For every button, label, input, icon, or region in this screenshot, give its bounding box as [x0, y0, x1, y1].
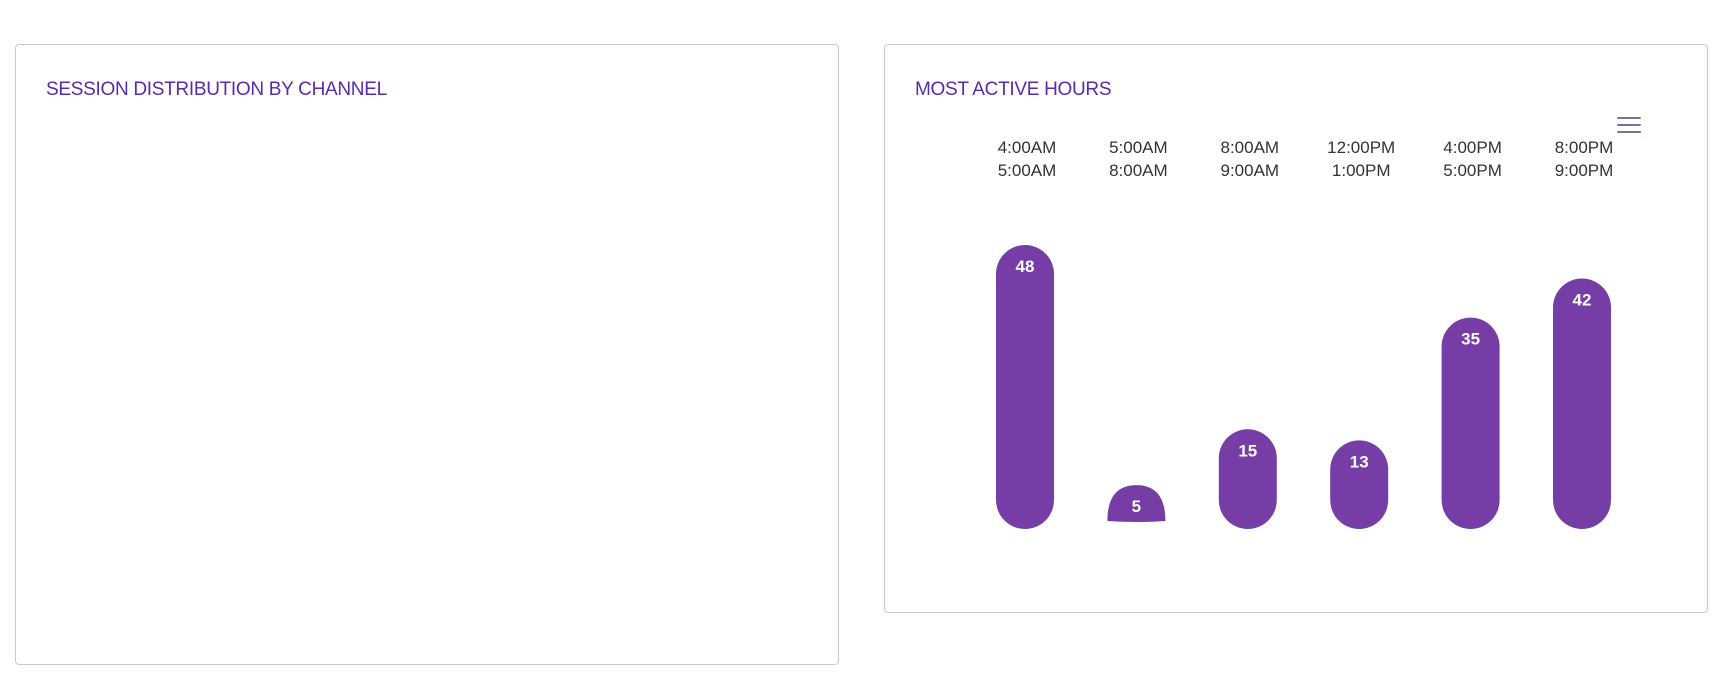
- x-tick-label: 5:00AM: [998, 161, 1057, 180]
- x-tick-label: 8:00AM: [1221, 138, 1280, 157]
- x-tick-label: 12:00PM: [1327, 138, 1395, 157]
- bar-value-label: 48: [1016, 257, 1035, 276]
- card-title: SESSION DISTRIBUTION BY CHANNEL: [46, 79, 387, 100]
- most-active-hours-chart: 4:00AM 5:00AM 48 5:00AM 8:00AM 5 8:00AM 9:00AM 1…: [996, 138, 1614, 530]
- x-tick-label: 9:00AM: [1221, 161, 1280, 180]
- bar-value-label: 15: [1238, 441, 1257, 460]
- x-tick-label: 4:00PM: [1443, 138, 1502, 157]
- bar-value-label: 5: [1132, 497, 1141, 516]
- session-distribution-card: SESSION DISTRIBUTION BY CHANNEL: [15, 44, 839, 665]
- bar-value-label: 13: [1350, 452, 1369, 471]
- x-tick-label: 4:00AM: [998, 138, 1057, 157]
- x-tick-label: 9:00PM: [1555, 161, 1614, 180]
- bar-value-label: 35: [1461, 330, 1480, 349]
- x-tick-label: 1:00PM: [1332, 161, 1391, 180]
- bar-value-label: 42: [1573, 291, 1592, 310]
- bar[interactable]: [1441, 317, 1500, 529]
- x-tick-label: 5:00PM: [1443, 161, 1502, 180]
- x-tick-label: 8:00AM: [1109, 161, 1168, 180]
- bar[interactable]: [1553, 278, 1611, 530]
- x-tick-label: 8:00PM: [1555, 138, 1614, 157]
- x-tick-label: 5:00AM: [1109, 138, 1168, 157]
- bar[interactable]: [996, 245, 1054, 529]
- most-active-hours-card: MOST ACTIVE HOURS 4:00AM 5:00AM 48 5:00AM 8:…: [884, 44, 1708, 613]
